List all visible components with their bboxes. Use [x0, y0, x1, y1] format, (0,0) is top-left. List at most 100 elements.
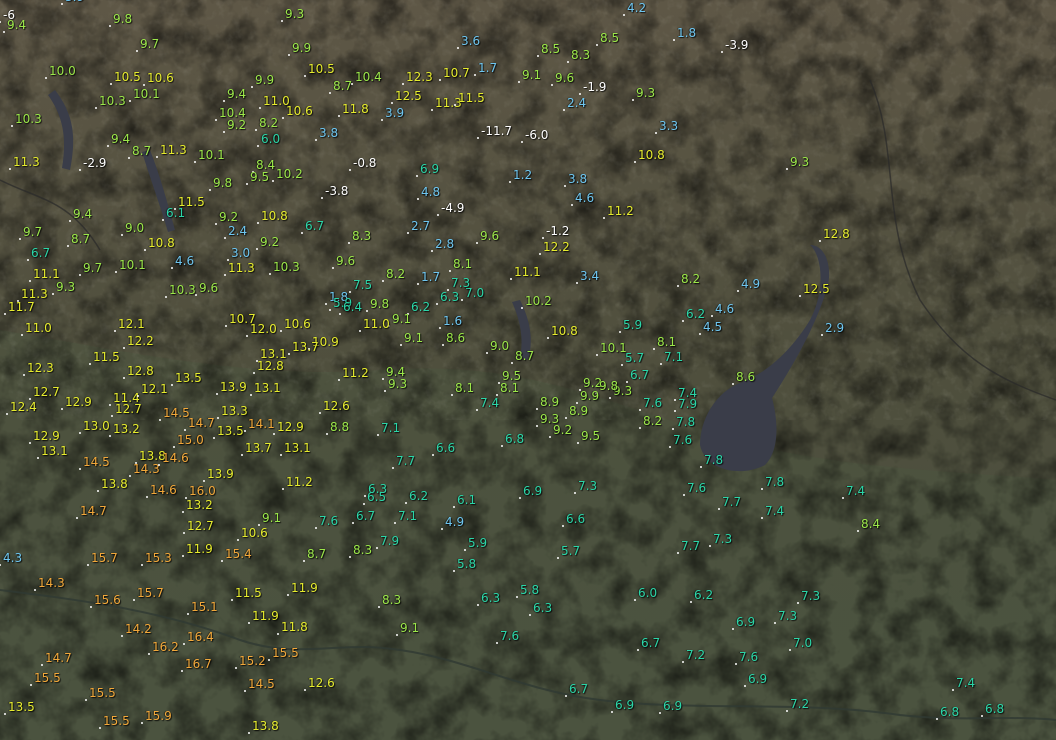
station-dot — [659, 712, 661, 714]
station-dot — [146, 496, 148, 498]
station-dot — [332, 267, 334, 269]
station-dot — [95, 107, 97, 109]
station-dot — [363, 503, 365, 505]
temperature-value: 6.7 — [356, 509, 376, 523]
temperature-value: 10.0 — [49, 64, 76, 78]
station-dot — [225, 325, 227, 327]
station-dot — [576, 402, 578, 404]
temperature-value: 6.3 — [440, 290, 460, 304]
temperature-value: 13.0 — [83, 419, 110, 433]
station-dot — [67, 245, 69, 247]
temperature-value: 13.9 — [220, 380, 247, 394]
station-dot — [682, 661, 684, 663]
temperature-value: 10.3 — [99, 94, 126, 108]
station-dot — [248, 622, 250, 624]
temperature-value: 5.8 — [457, 557, 477, 571]
station-dot — [709, 545, 711, 547]
temperature-value: 6.8 — [940, 705, 960, 719]
temperature-value: 7.4 — [480, 396, 500, 410]
temperature-value: 10.8 — [551, 324, 578, 338]
station-dot — [183, 532, 185, 534]
temperature-value: 13.9 — [207, 467, 234, 481]
temperature-value: 5.8 — [520, 583, 540, 597]
temperature-value: 4.2 — [627, 1, 647, 15]
temperature-value: -0.8 — [353, 156, 377, 170]
station-dot — [287, 594, 289, 596]
temperature-value: 12.5 — [803, 282, 830, 296]
station-dot — [711, 315, 713, 317]
station-dot — [366, 310, 368, 312]
station-dot — [29, 280, 31, 282]
temperature-map[interactable]: -6.0 -3.9 -2.9 -1.9 -1.2 -0.8 -11.7 -3.8 -4.9 1.2… — [0, 0, 1056, 740]
temperature-value: 10.4 — [355, 70, 382, 84]
station-dot — [215, 223, 217, 225]
station-dot — [259, 107, 261, 109]
temperature-value: 9.9 — [292, 41, 312, 55]
temperature-value: 13.1 — [254, 381, 281, 395]
temperature-value: -2.9 — [83, 156, 107, 170]
station-dot — [857, 530, 859, 532]
temperature-value: 9.6 — [480, 229, 500, 243]
temperature-value: 12.9 — [33, 429, 60, 443]
temperature-value: 4.3 — [3, 551, 23, 565]
station-dot — [518, 81, 520, 83]
station-dot — [596, 44, 598, 46]
temperature-value: 14.5 — [248, 677, 275, 691]
temperature-value: 8.5 — [600, 31, 620, 45]
temperature-value: 3.9 — [385, 106, 405, 120]
station-dot — [603, 217, 605, 219]
station-dot — [611, 711, 613, 713]
station-dot — [454, 104, 456, 106]
station-dot — [786, 710, 788, 712]
station-dot — [137, 395, 139, 397]
temperature-value: 7.9 — [678, 397, 698, 411]
station-dot — [280, 454, 282, 456]
station-dot — [0, 564, 1, 566]
station-dot — [250, 394, 252, 396]
temperature-value: 6.2 — [694, 588, 714, 602]
temperature-value: 2.7 — [411, 219, 431, 233]
station-dot — [349, 169, 351, 171]
station-dot — [377, 434, 379, 436]
station-dot — [319, 412, 321, 414]
temperature-value: 9.1 — [404, 331, 424, 345]
station-dot — [579, 93, 581, 95]
temperature-value: 9.6 — [555, 71, 575, 85]
station-dot — [61, 408, 63, 410]
station-dot — [677, 285, 679, 287]
temperature-value: 9.4 — [111, 132, 131, 146]
station-dot — [121, 234, 123, 236]
station-dot — [29, 398, 31, 400]
temperature-value: 3.9 — [65, 0, 84, 3]
station-dot — [486, 352, 488, 354]
station-dot — [384, 390, 386, 392]
temperature-value: 8.7 — [71, 232, 91, 246]
temperature-value: 8.6 — [446, 331, 466, 345]
temperature-value: 13.3 — [221, 404, 248, 418]
station-dot — [364, 495, 366, 497]
station-dot — [87, 564, 89, 566]
temperature-value: 3.8 — [319, 126, 339, 140]
station-dot — [288, 54, 290, 56]
temperature-value: 14.2 — [125, 622, 152, 636]
station-dot — [639, 409, 641, 411]
temperature-value: 1.6 — [443, 314, 463, 328]
temperature-value: 13.8 — [101, 477, 128, 491]
station-dot — [203, 480, 205, 482]
station-dot — [562, 525, 564, 527]
temperature-value: 11.3 — [160, 143, 187, 157]
station-dot — [9, 168, 11, 170]
temperature-value: 15.4 — [225, 547, 252, 561]
station-dot — [326, 433, 328, 435]
station-dot — [682, 320, 684, 322]
station-dot — [516, 596, 518, 598]
temperature-value: 11.0 — [263, 94, 290, 108]
station-dot — [0, 21, 1, 23]
temperature-value: 6.0 — [638, 586, 658, 600]
temperature-value: 6.2 — [411, 300, 431, 314]
station-dot — [329, 92, 331, 94]
temperature-value: 9.1 — [400, 621, 420, 635]
station-dot — [141, 564, 143, 566]
station-dot — [109, 404, 111, 406]
temperature-value: 13.7 — [245, 441, 272, 455]
